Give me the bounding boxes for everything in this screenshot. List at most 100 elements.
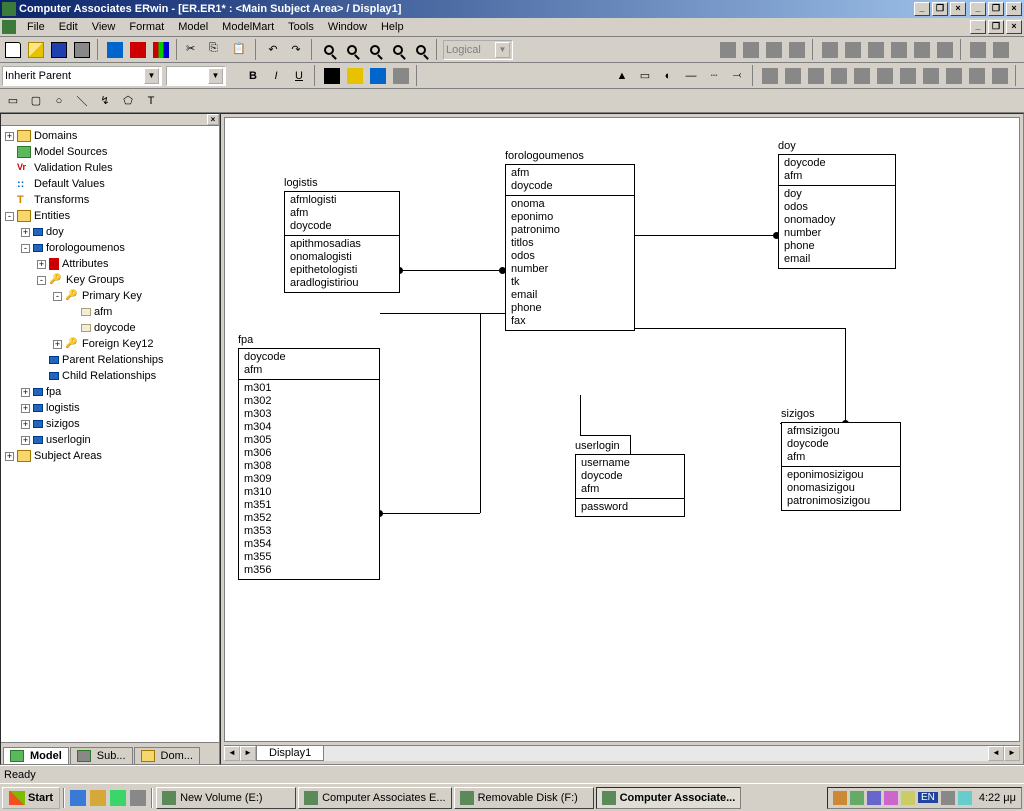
id-rel-tool[interactable]: — <box>680 65 702 86</box>
menu-edit[interactable]: Edit <box>52 19 85 35</box>
shape-line-button[interactable]: ＼ <box>71 90 93 111</box>
new-button[interactable] <box>2 39 24 60</box>
tree-toggle[interactable]: + <box>21 404 30 413</box>
align-btn-1[interactable] <box>819 39 841 60</box>
bold-button[interactable]: B <box>242 65 264 86</box>
tree-node[interactable]: +Domains <box>3 128 217 144</box>
scroll-left-button[interactable]: ◄ <box>224 746 240 761</box>
tf-btn-3[interactable] <box>805 65 827 86</box>
tree-node[interactable]: TTransforms <box>3 192 217 208</box>
tree-toggle[interactable]: - <box>5 212 14 221</box>
align-btn-6[interactable] <box>934 39 956 60</box>
menu-modelmart[interactable]: ModelMart <box>215 19 281 35</box>
start-button[interactable]: Start <box>2 787 60 809</box>
font-dropdown[interactable]: Inherit Parent ▼ <box>2 66 162 86</box>
ql-media-icon[interactable] <box>130 790 146 806</box>
tf-btn-9[interactable] <box>943 65 965 86</box>
tree-node[interactable]: +fpa <box>3 384 217 400</box>
mdi-restore-button[interactable]: ❐ <box>932 2 948 16</box>
tree-node[interactable]: VrValidation Rules <box>3 160 217 176</box>
tree-toggle[interactable]: + <box>53 340 62 349</box>
tree-tab-dom[interactable]: Dom... <box>134 747 200 764</box>
model-type-dropdown[interactable]: Logical ▼ <box>443 40 513 60</box>
font-color-button[interactable] <box>321 65 343 86</box>
align-btn-4[interactable] <box>888 39 910 60</box>
tf-btn-8[interactable] <box>920 65 942 86</box>
redo-button[interactable]: ↷ <box>285 39 307 60</box>
ql-ie-icon[interactable] <box>70 790 86 806</box>
task-button[interactable]: Removable Disk (F:) <box>454 787 594 809</box>
tf-btn-6[interactable] <box>874 65 896 86</box>
tf-btn-4[interactable] <box>828 65 850 86</box>
zoom-100-button[interactable] <box>387 39 409 60</box>
shape-polyline-button[interactable]: ↯ <box>94 90 116 111</box>
menu-model[interactable]: Model <box>171 19 215 35</box>
tf-btn-7[interactable] <box>897 65 919 86</box>
tool-blue-button[interactable] <box>104 39 126 60</box>
doc-minimize-button[interactable]: _ <box>970 20 986 34</box>
tf-btn-10[interactable] <box>966 65 988 86</box>
diagram-canvas[interactable]: logistisafmlogistiafmdoycodeapithmosadia… <box>224 117 1020 742</box>
zoom-out-button[interactable] <box>341 39 363 60</box>
align-btn-5[interactable] <box>911 39 933 60</box>
tf-btn-1[interactable] <box>759 65 781 86</box>
mm-btn-4[interactable] <box>786 39 808 60</box>
italic-button[interactable]: I <box>265 65 287 86</box>
doc-close-button[interactable]: × <box>1006 20 1022 34</box>
canvas-hscroll[interactable]: ◄ ► Display1 ◄ ► <box>224 745 1020 761</box>
entity-sizigos[interactable]: afmsizigoudoycodeafmeponimosizigouonomas… <box>781 422 901 511</box>
entity-tool[interactable]: ▭ <box>634 65 656 86</box>
tree-node[interactable]: -🔑Primary Key <box>3 288 217 304</box>
tree-node[interactable]: +🔑Foreign Key12 <box>3 336 217 352</box>
cut-button[interactable]: ✂ <box>183 39 205 60</box>
tree-toggle[interactable]: + <box>21 420 30 429</box>
shape-text-button[interactable]: T <box>140 90 162 111</box>
entity-forologoumenos[interactable]: afmdoycodeonomaeponimopatronimotitlosodo… <box>505 164 635 331</box>
scroll-left2-button[interactable]: ◄ <box>988 746 1004 761</box>
zoom-fit-button[interactable] <box>364 39 386 60</box>
mdi-close-button[interactable]: × <box>950 2 966 16</box>
group-btn-2[interactable] <box>990 39 1012 60</box>
task-button[interactable]: New Volume (E:) <box>156 787 296 809</box>
menu-view[interactable]: View <box>85 19 123 35</box>
lang-indicator[interactable]: EN <box>918 792 938 803</box>
menu-format[interactable]: Format <box>122 19 171 35</box>
entity-fpa[interactable]: doycodeafmm301m302m303m304m305m306m308m3… <box>238 348 380 580</box>
fill-color-button[interactable] <box>344 65 366 86</box>
menu-help[interactable]: Help <box>374 19 411 35</box>
tree-node[interactable]: -forologoumenos <box>3 240 217 256</box>
clock[interactable]: 4:22 μμ <box>979 792 1016 804</box>
tf-btn-5[interactable] <box>851 65 873 86</box>
scroll-track[interactable] <box>324 746 988 761</box>
save-button[interactable] <box>48 39 70 60</box>
tray-icon[interactable] <box>901 791 915 805</box>
tray-icon[interactable] <box>884 791 898 805</box>
tray-icon[interactable] <box>867 791 881 805</box>
tree-toggle[interactable]: + <box>21 388 30 397</box>
tree-node[interactable]: Model Sources <box>3 144 217 160</box>
tree-node[interactable]: -🔑Key Groups <box>3 272 217 288</box>
tree-toggle[interactable]: + <box>21 436 30 445</box>
tree-node[interactable]: +userlogin <box>3 432 217 448</box>
tree-node[interactable]: Parent Relationships <box>3 352 217 368</box>
tool-red-button[interactable] <box>127 39 149 60</box>
canvas-tab[interactable]: Display1 <box>256 746 324 761</box>
bg-color-button[interactable] <box>390 65 412 86</box>
mdi-minimize-button[interactable]: _ <box>914 2 930 16</box>
tree-node[interactable]: +logistis <box>3 400 217 416</box>
line-color-button[interactable] <box>367 65 389 86</box>
tree-body[interactable]: +DomainsModel SourcesVrValidation Rules:… <box>1 126 219 742</box>
zoom-sel-button[interactable] <box>410 39 432 60</box>
entity-userlogin[interactable]: usernamedoycodeafmpassword <box>575 454 685 517</box>
scroll-right-button[interactable]: ► <box>240 746 256 761</box>
tf-btn-2[interactable] <box>782 65 804 86</box>
group-btn-1[interactable] <box>967 39 989 60</box>
tray-icon[interactable] <box>850 791 864 805</box>
tree-toggle[interactable]: - <box>37 276 46 285</box>
tree-node[interactable]: +Subject Areas <box>3 448 217 464</box>
subtype-tool[interactable]: ◐ <box>657 65 679 86</box>
tool-multi-button[interactable] <box>150 39 172 60</box>
mm-btn-3[interactable] <box>763 39 785 60</box>
shape-rect-button[interactable]: ▭ <box>2 90 24 111</box>
scroll-right2-button[interactable]: ► <box>1004 746 1020 761</box>
